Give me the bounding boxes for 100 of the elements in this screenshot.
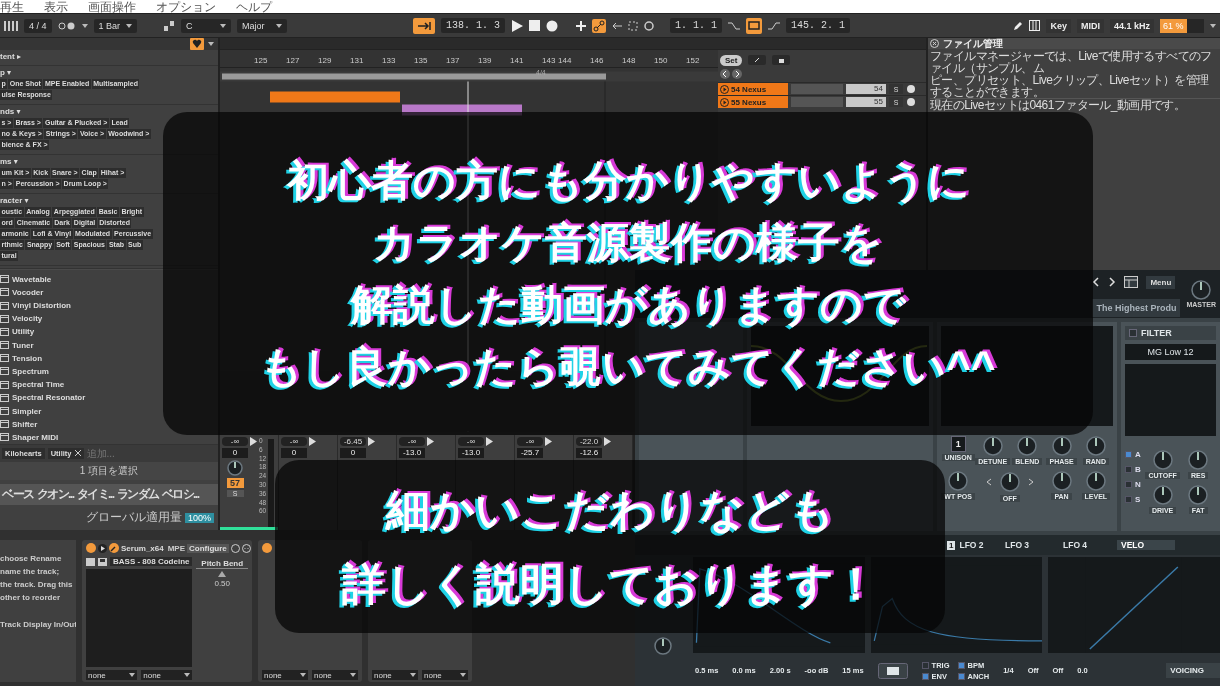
knob-icon[interactable]: [1191, 280, 1212, 300]
bars-icon[interactable]: [4, 20, 18, 31]
scale-dropdown[interactable]: Major: [237, 18, 288, 33]
menu-button[interactable]: Menu: [1146, 275, 1176, 289]
fade-in-icon[interactable]: [728, 20, 741, 31]
window-icon[interactable]: [1124, 276, 1139, 288]
back-arrow-icon[interactable]: [612, 21, 623, 30]
route-checkbox[interactable]: [1125, 466, 1132, 473]
route-checkbox[interactable]: [1125, 496, 1132, 503]
play-circle-icon[interactable]: [720, 97, 729, 107]
menu-item[interactable]: 画面操作: [88, 0, 136, 13]
volume-field[interactable]: -13.0: [458, 448, 484, 458]
filter-type-field[interactable]: MG Low 12: [1125, 344, 1216, 360]
position-field[interactable]: 138. 1. 3: [441, 18, 506, 33]
fade-out-icon[interactable]: [768, 20, 781, 31]
voicing-label[interactable]: VOICING: [1166, 663, 1220, 678]
tag-group-title[interactable]: p ▾: [0, 68, 12, 77]
close-icon[interactable]: [930, 39, 939, 48]
device-name[interactable]: Shifter: [12, 419, 38, 429]
knob-icon[interactable]: [1152, 485, 1173, 505]
menu-item[interactable]: ヘルプ: [236, 0, 272, 13]
key-map-button[interactable]: Key: [1046, 18, 1071, 33]
play-icon[interactable]: [486, 437, 493, 446]
checkbox-icon[interactable]: [1129, 329, 1137, 337]
mode-checkbox[interactable]: [921, 672, 929, 680]
menu-item[interactable]: オプション: [156, 0, 216, 13]
knob-icon[interactable]: [1051, 436, 1072, 456]
column-header[interactable]: ベロシ...: [161, 486, 199, 503]
device-name[interactable]: Simpler: [12, 406, 42, 416]
key-icon[interactable]: [163, 19, 176, 32]
folder-icon[interactable]: [86, 557, 95, 566]
volume-field[interactable]: -25.7: [517, 448, 543, 458]
device-name[interactable]: Shaper MIDI: [12, 432, 59, 442]
track-name[interactable]: 55 Nexus: [718, 96, 788, 108]
knob-icon[interactable]: [1188, 450, 1209, 470]
knob-icon[interactable]: [999, 472, 1020, 492]
heart-icon[interactable]: [190, 38, 204, 50]
play-icon[interactable]: [368, 437, 375, 446]
unison-field[interactable]: 1: [950, 436, 966, 452]
stop-icon[interactable]: [529, 20, 541, 31]
column-header[interactable]: タイミ...: [76, 486, 114, 503]
power-icon[interactable]: [86, 543, 96, 553]
clip-slot[interactable]: [791, 97, 843, 107]
device-name[interactable]: Spectral Resonator: [12, 393, 86, 403]
device-name[interactable]: Tuner: [12, 340, 34, 350]
volume-field[interactable]: -13.0: [399, 448, 425, 458]
input-dropdown[interactable]: none: [141, 670, 193, 680]
loop-start-field[interactable]: 1. 1. 1: [670, 18, 723, 33]
device-title[interactable]: Serum_x64: [121, 543, 164, 553]
mod-tab[interactable]: LFO 3: [1001, 540, 1059, 550]
close-icon[interactable]: [74, 450, 81, 456]
mode-checkbox[interactable]: [957, 672, 965, 680]
loop-length-field[interactable]: 145. 2. 1: [786, 18, 851, 33]
input-dropdown[interactable]: none: [422, 670, 468, 680]
more-icon[interactable]: [241, 543, 251, 553]
tag-group-title[interactable]: racter ▾: [0, 196, 29, 205]
keyboard-icon[interactable]: [1029, 20, 1041, 31]
follow-icon[interactable]: [413, 17, 436, 34]
play-icon[interactable]: [511, 19, 524, 32]
track-name[interactable]: 54 Nexus: [718, 83, 788, 95]
device-name[interactable]: Tension: [12, 353, 43, 363]
loop-icon[interactable]: [746, 17, 763, 34]
pencil-icon[interactable]: [1013, 20, 1024, 31]
device-name[interactable]: Velocity: [12, 314, 43, 324]
play-icon[interactable]: [545, 437, 552, 446]
device-name[interactable]: Vocoder: [12, 287, 44, 297]
volume-field[interactable]: -12.6: [576, 448, 602, 458]
play-icon[interactable]: [250, 437, 257, 446]
input-dropdown[interactable]: none: [86, 670, 138, 680]
volume-field[interactable]: 0: [222, 448, 248, 458]
mod-tab[interactable]: LFO 4: [1059, 540, 1117, 550]
input-dropdown[interactable]: none: [262, 670, 308, 680]
left-arrow-icon[interactable]: [720, 69, 730, 79]
device-name[interactable]: Vinyl Distortion: [12, 301, 71, 311]
wrench-icon[interactable]: [109, 543, 119, 553]
knob-icon[interactable]: [982, 436, 1003, 456]
plus-icon[interactable]: [576, 20, 587, 31]
knob-icon[interactable]: [1085, 471, 1106, 491]
global-amount-field[interactable]: 100%: [184, 512, 214, 523]
tag-group-title[interactable]: ms ▾: [0, 157, 18, 166]
set-button[interactable]: Set: [720, 54, 743, 66]
knob-icon[interactable]: [654, 637, 672, 655]
knob-icon[interactable]: [1085, 436, 1106, 456]
device-name[interactable]: Spectral Time: [12, 380, 65, 390]
play-icon[interactable]: [604, 437, 611, 446]
knob-icon[interactable]: [1017, 436, 1038, 456]
device-name[interactable]: Wavetable: [12, 274, 52, 284]
play-icon[interactable]: [309, 437, 316, 446]
clip-slot[interactable]: [791, 84, 843, 94]
column-header[interactable]: ランダム: [116, 486, 159, 503]
link-icon[interactable]: [230, 543, 240, 553]
volume-field[interactable]: 0: [340, 448, 366, 458]
time-signature-field[interactable]: 4 / 4: [24, 18, 52, 33]
target-icon[interactable]: [644, 20, 655, 31]
column-header[interactable]: クオン...: [36, 486, 74, 503]
knob-icon[interactable]: [1188, 485, 1209, 505]
knob-icon[interactable]: [948, 471, 969, 491]
mode-checkbox[interactable]: [921, 661, 929, 669]
volume-field[interactable]: 0: [281, 448, 307, 458]
tag-group-title[interactable]: tent ▸: [0, 52, 21, 61]
